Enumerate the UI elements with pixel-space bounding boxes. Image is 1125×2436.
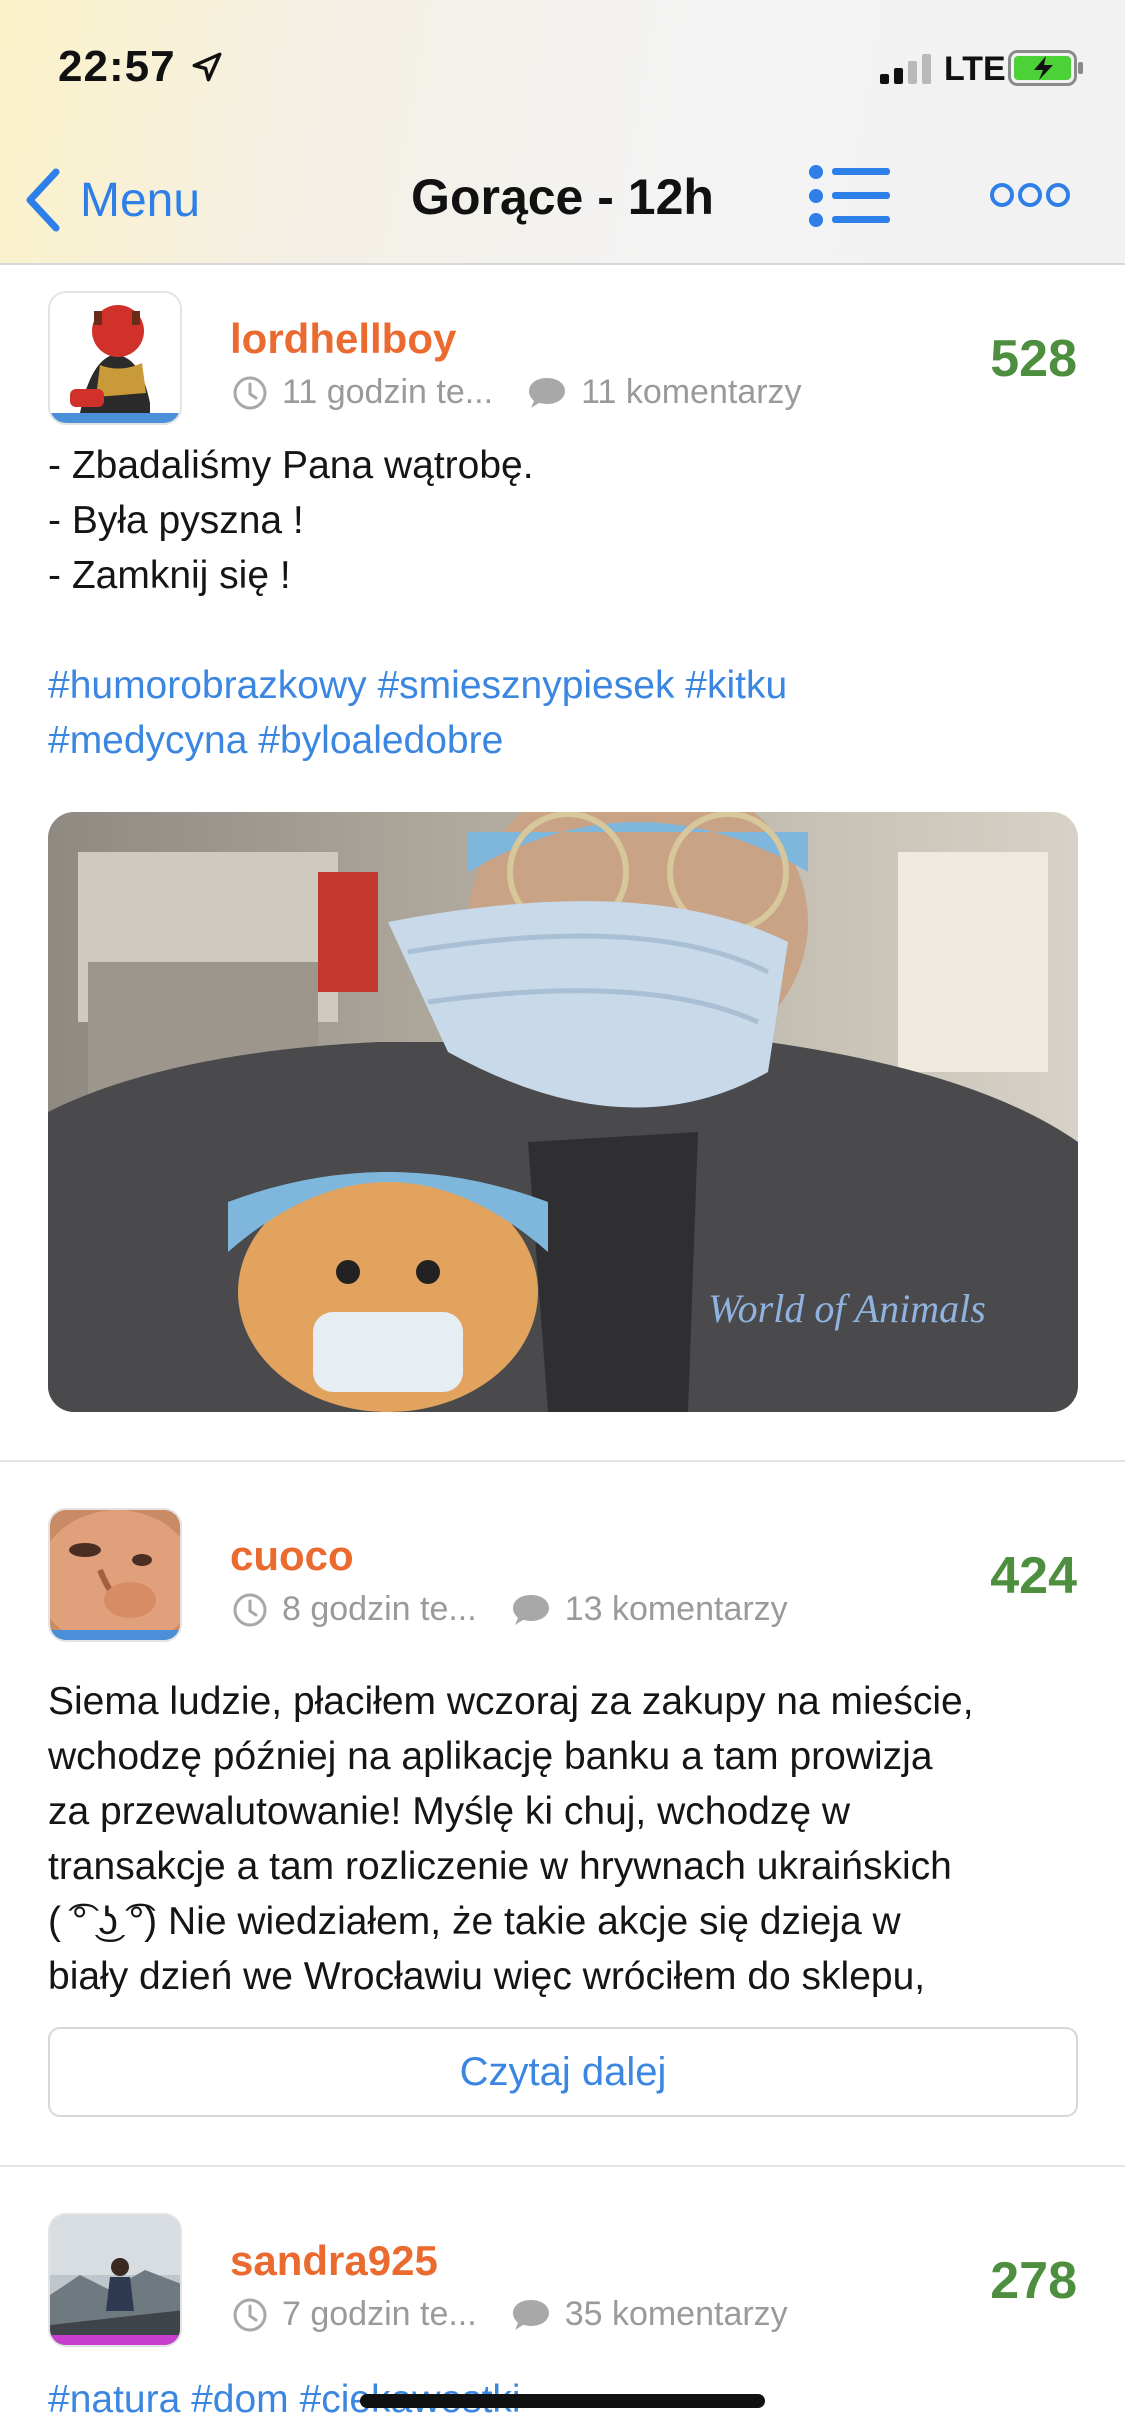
avatar-accent-strip <box>50 2335 180 2345</box>
post-line: - Zbadaliśmy Pana wątrobę. <box>48 444 534 487</box>
clock-icon <box>233 2298 267 2331</box>
avatar-landscape-image <box>50 2215 180 2345</box>
avatar[interactable] <box>48 2213 182 2347</box>
top-bar: 22:57 LTE Menu Gorące - 12h <box>0 0 1125 265</box>
avatar-accent-strip <box>50 1630 180 1640</box>
post-time: 8 godzin te... <box>282 1590 477 1628</box>
home-indicator[interactable] <box>360 2394 765 2408</box>
post-line: wchodzę później na aplikację banku a tam… <box>48 1735 933 1778</box>
cellular-signal-icon <box>880 54 931 84</box>
post-line: biały dzień we Wrocławiu więc wróciłem d… <box>48 1955 926 1998</box>
post-body: - Zbadaliśmy Pana wątrobę. - Była pyszna… <box>48 383 1088 768</box>
post-line: Siema ludzie, płaciłem wczoraj za zakupy… <box>48 1680 974 1723</box>
more-options-icon[interactable] <box>990 180 1070 210</box>
post-body: Siema ludzie, płaciłem wczoraj za zakupy… <box>48 1674 1088 2004</box>
comment-count[interactable]: 13 komentarzy <box>565 1590 788 1629</box>
list-icon[interactable] <box>808 164 890 228</box>
post-line: transakcje a tam rozliczenie w hrywnach … <box>48 1845 952 1888</box>
vote-score[interactable]: 278 <box>990 2251 1077 2311</box>
avatar-face-image <box>50 1510 180 1640</box>
post-tags[interactable]: #humorobrazkowy #smiesznypiesek #kitku <box>48 658 1088 713</box>
battery-charging-icon <box>1008 50 1083 86</box>
post-image[interactable]: World of Animals <box>48 812 1078 1412</box>
post-line: ( ͡° ͜ʖ ͡°) Nie wiedziałem, że takie akc… <box>48 1900 901 1943</box>
vote-score[interactable]: 424 <box>990 1546 1077 1606</box>
post-line: - Zamknij się ! <box>48 554 291 597</box>
post-card[interactable]: lordhellboy 11 godzin te... 11 komentarz… <box>0 265 1125 1460</box>
read-more-button[interactable]: Czytaj dalej <box>48 2027 1078 2117</box>
post-card[interactable]: cuoco 8 godzin te... 13 komentarzy 424 S… <box>0 1462 1125 2167</box>
post-line: - Była pyszna ! <box>48 499 304 542</box>
location-arrow-icon <box>192 52 222 82</box>
comment-icon <box>512 1594 549 1625</box>
clock-icon <box>233 1593 267 1626</box>
embroidered-logo-text: World of Animals <box>708 1286 986 1331</box>
post-tags[interactable]: #medycyna #byloaledobre <box>48 713 1088 768</box>
username[interactable]: cuoco <box>230 1532 354 1580</box>
username[interactable]: sandra925 <box>230 2237 438 2285</box>
post-line: za przewalutowanie! Myślę ki chuj, wchod… <box>48 1790 851 1833</box>
post-time: 7 godzin te... <box>282 2295 477 2333</box>
vote-score[interactable]: 528 <box>990 329 1077 389</box>
page-title: Gorące - 12h <box>411 169 714 225</box>
post-meta: 8 godzin te... 13 komentarzy <box>232 1590 788 1629</box>
avatar[interactable] <box>48 1508 182 1642</box>
vet-with-cat-photo: World of Animals <box>48 812 1078 1412</box>
username[interactable]: lordhellboy <box>230 315 456 363</box>
post-meta: 7 godzin te... 35 komentarzy <box>232 2295 788 2334</box>
comment-icon <box>512 2299 549 2330</box>
network-type: LTE <box>944 50 1006 88</box>
comment-count[interactable]: 35 komentarzy <box>565 2295 788 2334</box>
status-time: 22:57 <box>58 42 176 91</box>
